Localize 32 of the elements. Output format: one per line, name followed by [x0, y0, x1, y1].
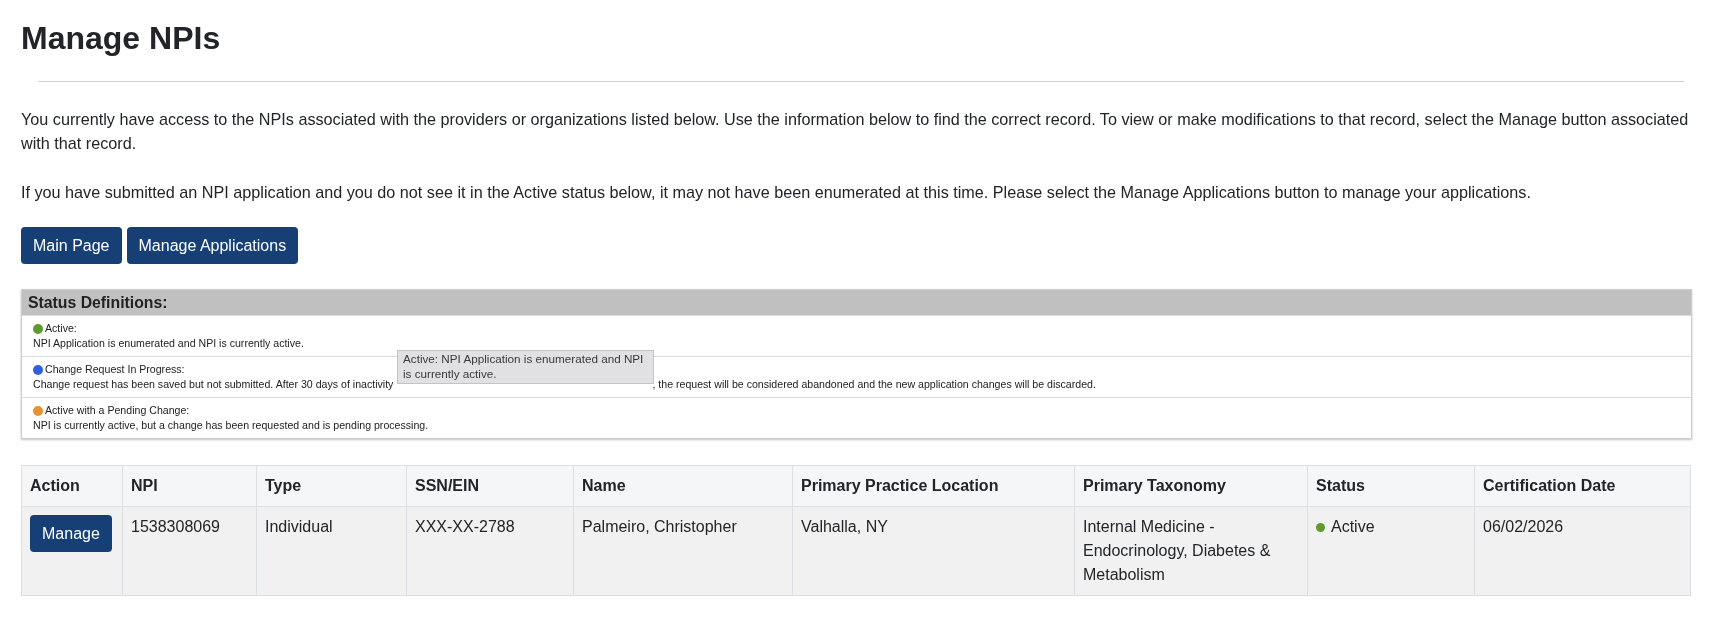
status-label: Active with a Pending Change:	[45, 403, 190, 418]
column-header: SSN/EIN	[406, 465, 574, 507]
column-header: Primary Practice Location	[792, 465, 1075, 507]
column-header: Primary Taxonomy	[1074, 465, 1308, 507]
table-cell: 1538308069	[122, 506, 257, 596]
intro-paragraph: If you have submitted an NPI application and you do not see it in the Active status below, it may not have been enumerated at this time. Please select the Manage Applications button to manage your applications.	[21, 182, 1532, 203]
column-header: NPI	[122, 465, 257, 507]
page-title: Manage NPIs	[21, 19, 222, 57]
table-cell: Palmeiro, Christopher	[573, 506, 793, 596]
column-header: Action	[21, 465, 123, 507]
tooltip: Active: NPI Application is enumerated and NPI is currently active.	[397, 350, 654, 384]
status-description: , the request will be considered abandoned and the new application changes will be discarded.	[652, 377, 1096, 392]
column-header: Name	[573, 465, 793, 507]
table-cell: XXX-XX-2788	[406, 506, 574, 596]
table-cell: Internal Medicine - Endocrinology, Diabetes & Metabolism	[1074, 506, 1308, 596]
table-cell: Individual	[256, 506, 407, 596]
table-cell: Valhalla, NY	[792, 506, 1075, 596]
manage-button[interactable]: Manage	[30, 515, 112, 552]
status-label: Active:	[45, 321, 77, 336]
status-label: Change Request In Progress:	[45, 362, 185, 377]
column-header: Certification Date	[1474, 465, 1691, 507]
intro-paragraph: You currently have access to the NPIs associated with the providers or organizations listed below. Use the information below to find the correct record. To view or make modifications to that record, select the Manage button associated with that record.	[21, 109, 1690, 154]
nav-button[interactable]: Main Page	[21, 227, 122, 264]
status-text: Active	[1331, 517, 1375, 537]
table-cell: 06/02/2026	[1474, 506, 1691, 596]
nav-button[interactable]: Manage Applications	[126, 227, 299, 264]
panel-header: Status Definitions:	[22, 290, 1691, 315]
column-header: Type	[256, 465, 407, 507]
status-description: NPI is currently active, but a change has been requested and is pending processing.	[33, 418, 429, 433]
status-description: NPI Application is enumerated and NPI is currently active.	[33, 336, 304, 351]
column-header: Status	[1307, 465, 1475, 507]
status-description: Change request has been saved but not submitted. After 30 days of inactivity	[33, 377, 394, 392]
